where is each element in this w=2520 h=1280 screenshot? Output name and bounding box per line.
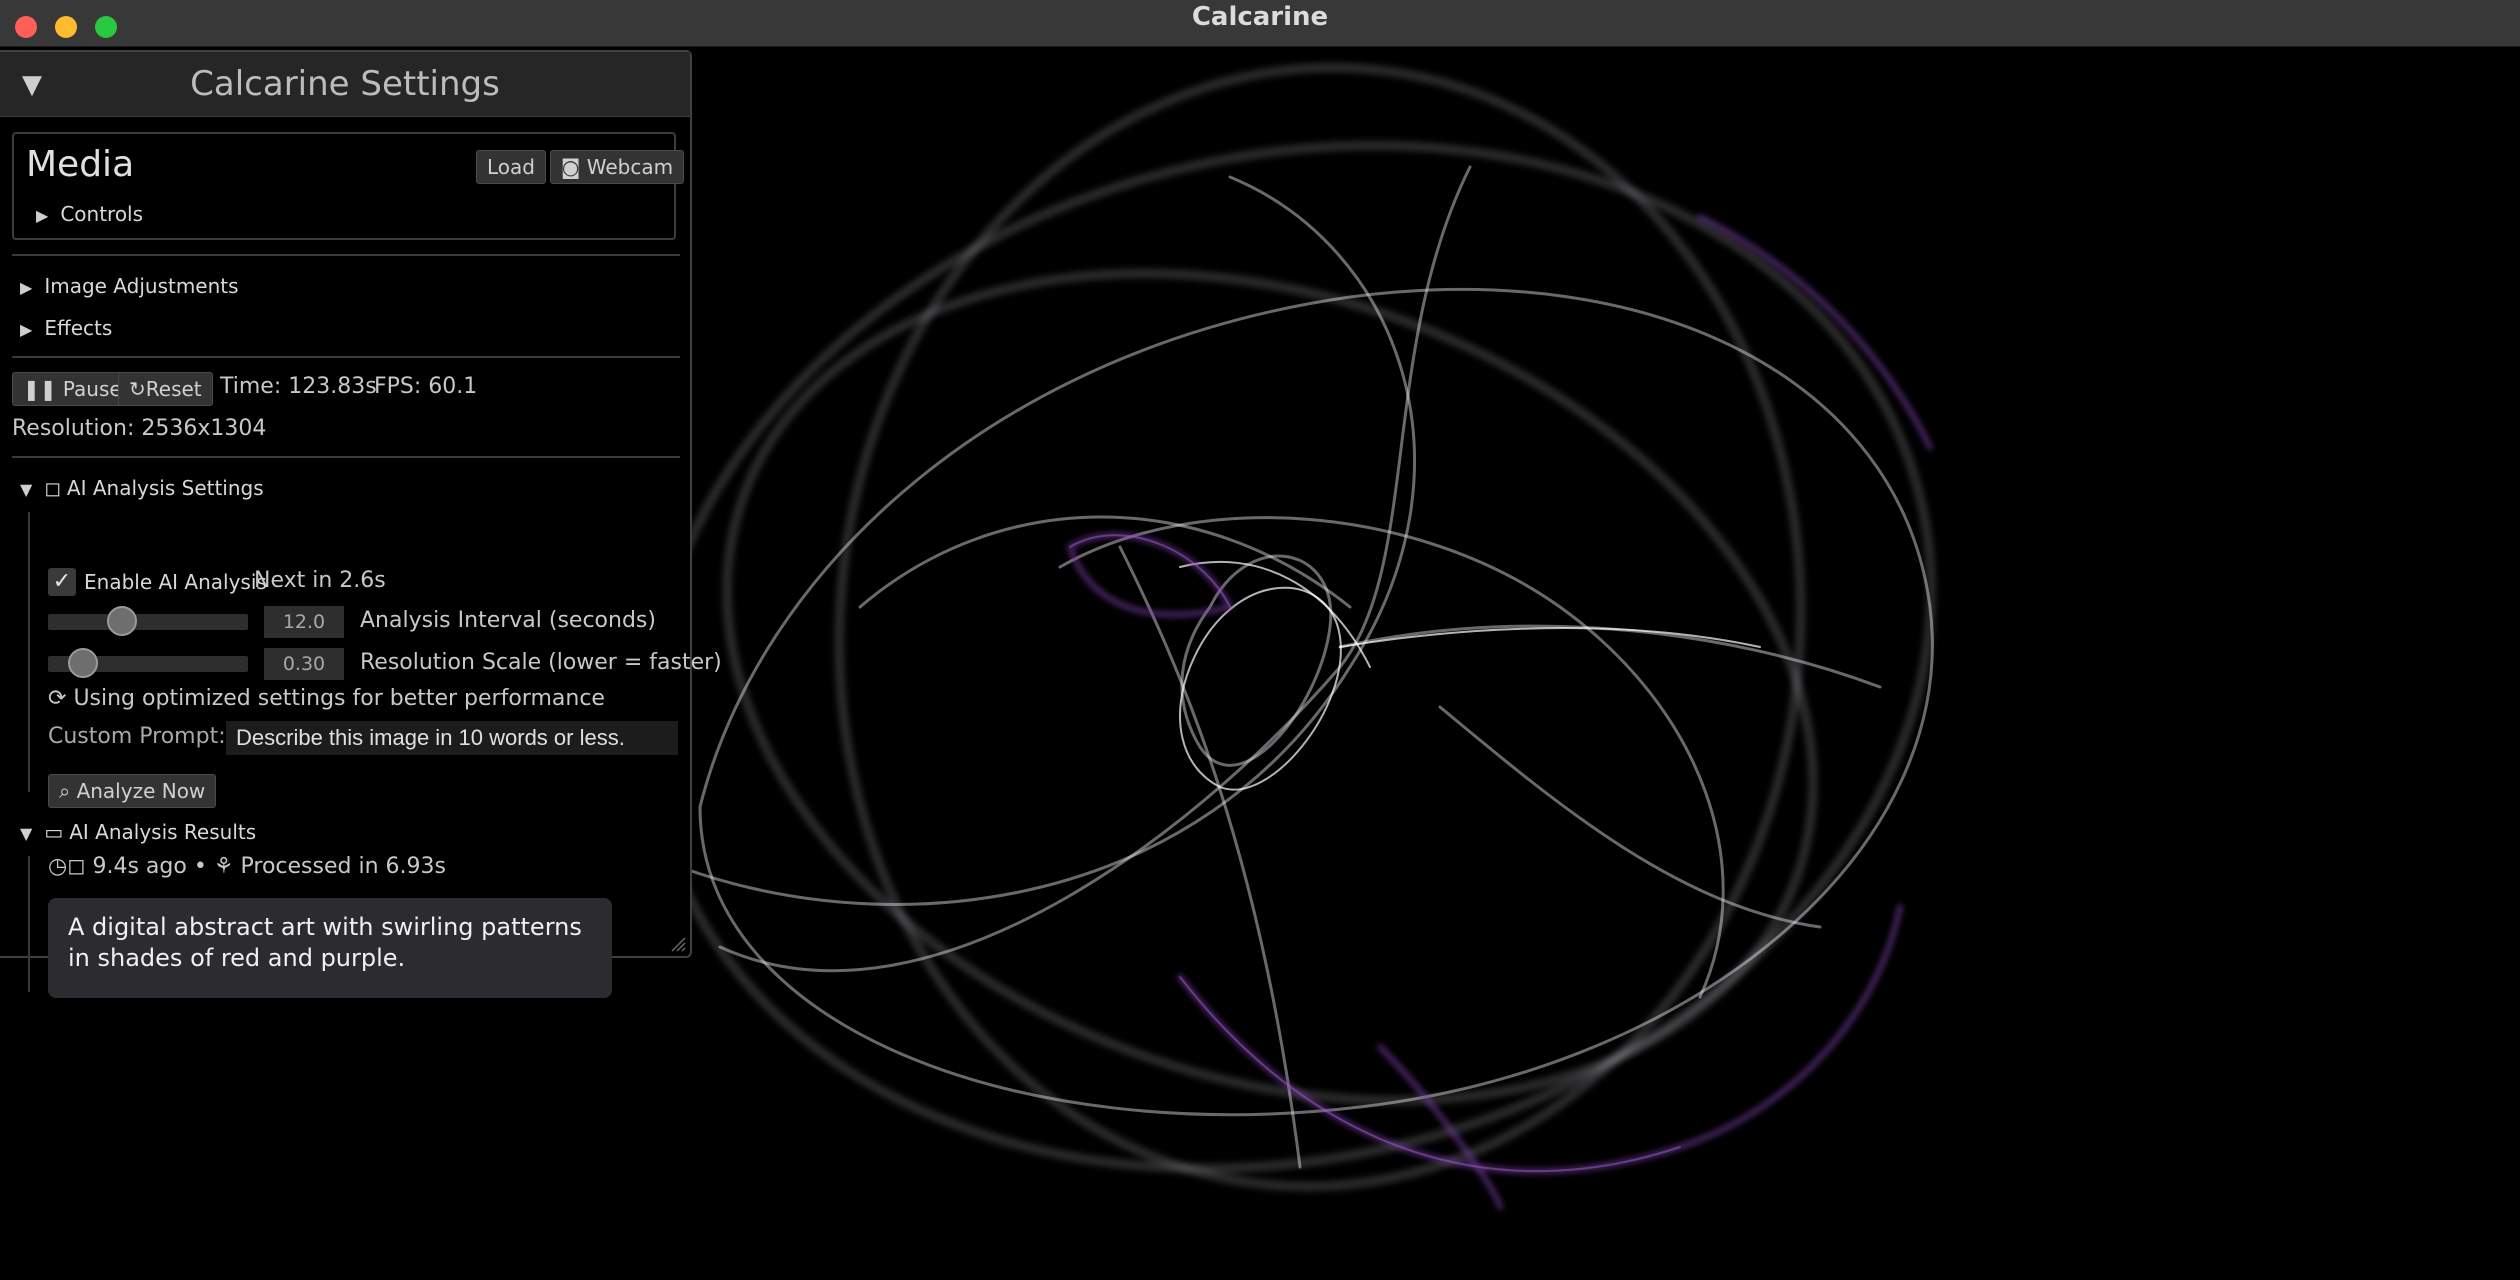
window-title: Calcarine bbox=[1191, 2, 1329, 32]
ai-settings-toggle[interactable]: ▼ ◻ AI Analysis Settings bbox=[20, 476, 264, 500]
load-button[interactable]: Load bbox=[476, 150, 546, 184]
controls-toggle[interactable]: ▶ Controls bbox=[36, 202, 143, 226]
media-section: Media Load ◙ Webcam ▶ Controls bbox=[12, 132, 685, 240]
processing-icon: ⚘ bbox=[213, 854, 241, 879]
meta-separator: • bbox=[186, 854, 214, 879]
reset-label: Reset bbox=[145, 377, 202, 401]
ai-result-text: A digital abstract art with swirling pat… bbox=[48, 898, 612, 998]
resolution-readout: Resolution: 2536x1304 bbox=[12, 416, 267, 441]
media-title: Media bbox=[26, 144, 135, 185]
effects-toggle[interactable]: ▶ Effects bbox=[20, 316, 112, 340]
resize-grip-icon[interactable] bbox=[668, 934, 686, 952]
fps-readout: FPS: 60.1 bbox=[374, 374, 478, 399]
panel-title: Calcarine Settings bbox=[190, 64, 500, 104]
divider bbox=[12, 456, 680, 458]
analyze-now-label: Analyze Now bbox=[76, 779, 206, 803]
result-meta: ◷◻ 9.4s ago • ⚘ Processed in 6.93s bbox=[48, 854, 446, 879]
controls-label: Controls bbox=[60, 202, 144, 226]
search-icon: ⌕ bbox=[59, 779, 77, 803]
custom-prompt-label: Custom Prompt: bbox=[48, 724, 226, 749]
divider bbox=[12, 356, 680, 358]
settings-panel: ▼ Calcarine Settings Media Load ◙ Webcam… bbox=[0, 50, 722, 998]
tree-guide-line bbox=[28, 856, 30, 992]
collapse-icon: ▼ bbox=[20, 480, 33, 499]
next-analysis-countdown: Next in 2.6s bbox=[254, 568, 386, 593]
webcam-label: Webcam bbox=[586, 155, 674, 179]
expand-icon: ▶ bbox=[36, 206, 49, 225]
expand-icon: ▶ bbox=[20, 320, 33, 339]
analysis-interval-slider[interactable] bbox=[48, 606, 248, 636]
collapse-icon: ▼ bbox=[20, 824, 33, 843]
clock-icon: ◷ bbox=[48, 854, 68, 879]
optimized-note: ⟳ Using optimized settings for better pe… bbox=[48, 686, 605, 711]
analysis-interval-value[interactable]: 12.0 bbox=[264, 606, 344, 638]
slider-knob[interactable] bbox=[107, 606, 137, 636]
pause-label: Pause bbox=[62, 377, 122, 401]
pause-button[interactable]: ❚❚ Pause bbox=[12, 372, 133, 406]
image-adjustments-label: Image Adjustments bbox=[44, 274, 239, 298]
settings-box-icon: ◻ bbox=[44, 476, 61, 500]
refresh-icon: ⟳ bbox=[48, 686, 74, 711]
reset-button[interactable]: ↻Reset bbox=[118, 372, 213, 406]
custom-prompt-input[interactable] bbox=[226, 721, 678, 755]
webcam-icon: ◙ bbox=[561, 155, 587, 179]
ai-results-header: AI Analysis Results bbox=[69, 820, 257, 844]
analysis-interval-label: Analysis Interval (seconds) bbox=[360, 608, 656, 633]
title-bar: Calcarine bbox=[0, 0, 2520, 47]
resolution-scale-label: Resolution Scale (lower = faster) bbox=[360, 650, 722, 675]
result-processing-time: Processed in 6.93s bbox=[240, 854, 446, 879]
tree-guide-line bbox=[28, 512, 30, 792]
checkmark-icon: ✓ bbox=[52, 569, 72, 594]
reset-icon: ↻ bbox=[129, 377, 146, 401]
chat-bubble-icon: ▭ bbox=[44, 820, 64, 844]
resolution-scale-slider[interactable] bbox=[48, 648, 248, 678]
divider bbox=[12, 254, 680, 256]
load-label: Load bbox=[487, 155, 535, 179]
resolution-scale-value[interactable]: 0.30 bbox=[264, 648, 344, 680]
optimized-note-text: Using optimized settings for better perf… bbox=[73, 686, 605, 711]
ai-settings-header: AI Analysis Settings bbox=[66, 476, 264, 500]
pause-icon: ❚❚ bbox=[23, 377, 63, 401]
image-adjustments-toggle[interactable]: ▶ Image Adjustments bbox=[20, 274, 239, 298]
result-age: 9.4s ago bbox=[92, 854, 187, 879]
time-readout: Time: 123.83s bbox=[220, 374, 377, 399]
effects-label: Effects bbox=[44, 316, 113, 340]
panel-header[interactable]: ▼ Calcarine Settings bbox=[0, 52, 690, 117]
webcam-button[interactable]: ◙ Webcam bbox=[550, 150, 685, 184]
analyze-now-button[interactable]: ⌕ Analyze Now bbox=[48, 774, 217, 808]
ai-results-toggle[interactable]: ▼ ▭ AI Analysis Results bbox=[20, 820, 256, 844]
expand-icon: ▶ bbox=[20, 278, 33, 297]
box-icon: ◻ bbox=[67, 854, 93, 879]
enable-ai-checkbox[interactable]: ✓ bbox=[48, 568, 76, 596]
enable-ai-label: Enable AI Analysis bbox=[84, 570, 267, 594]
slider-knob[interactable] bbox=[68, 648, 98, 678]
